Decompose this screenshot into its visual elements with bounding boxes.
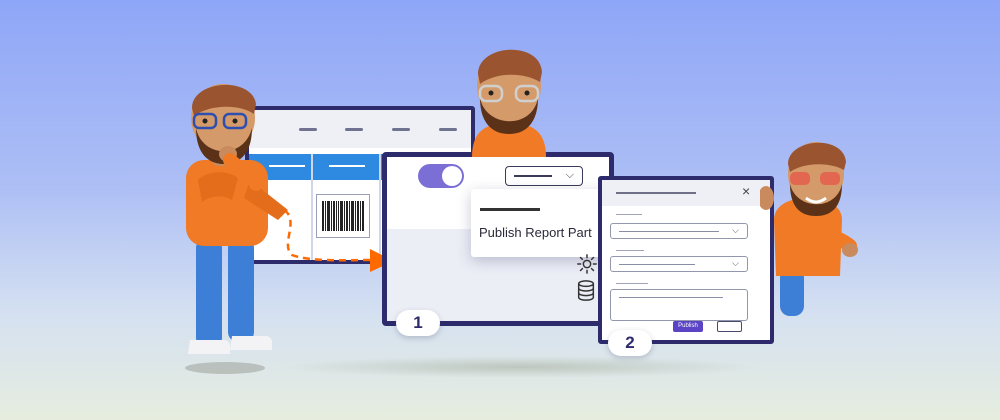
close-icon[interactable]: ×: [742, 183, 750, 199]
field-label: [616, 214, 642, 215]
dropdown-field[interactable]: ⌵: [610, 256, 748, 272]
text-area[interactable]: [610, 289, 748, 321]
menu-item-placeholder: [480, 208, 540, 211]
toolbar-dash: [345, 128, 363, 131]
chevron-down-icon: ⌵: [732, 258, 739, 268]
chevron-down-icon: ⌵: [565, 169, 574, 181]
step-two-badge: 2: [608, 330, 652, 356]
cancel-button[interactable]: [717, 321, 742, 332]
database-icon[interactable]: [575, 279, 597, 303]
toolbar-dash: [439, 128, 457, 131]
character-pointing: [760, 142, 858, 316]
select-value-line: [514, 175, 552, 177]
toggle-switch[interactable]: [418, 164, 464, 188]
toolbar-dash: [392, 128, 410, 131]
chevron-down-icon: ⌵: [732, 225, 739, 235]
dropdown-menu: Publish Report Part: [471, 189, 606, 257]
floor-shadow: [280, 356, 760, 378]
character-peeking: [472, 49, 546, 157]
column-header: [329, 165, 365, 167]
toolbar-dash: [299, 128, 317, 131]
field-label: [616, 283, 648, 284]
publish-dialog: ⌵ ⌵: [598, 176, 774, 344]
step-one-badge: 1: [396, 310, 440, 336]
publish-report-part-item[interactable]: Publish Report Part: [479, 225, 592, 240]
field-label: [616, 250, 644, 251]
publish-button[interactable]: Publish: [673, 321, 703, 332]
character-thinking: [185, 84, 288, 374]
toggle-knob: [442, 166, 462, 186]
toolbar-select[interactable]: ⌵: [505, 166, 583, 186]
dropdown-field[interactable]: ⌵: [610, 223, 748, 239]
gear-icon[interactable]: [576, 253, 598, 275]
